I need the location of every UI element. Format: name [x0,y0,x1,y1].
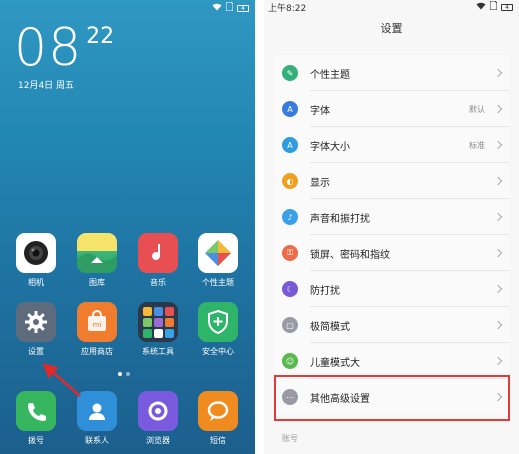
chevron-right-icon [493,212,503,222]
settings-row-label: 显示 [310,177,330,189]
settings-row-label: 字体 [310,105,330,117]
status-bar: 上午8:22 4 [264,0,519,14]
chevron-right-icon [493,140,503,150]
chevron-right-icon [493,320,503,330]
settings-row[interactable]: A 字体大小 标准 [274,127,509,163]
settings-row[interactable]: ☾ 防打扰 [274,271,509,307]
settings-row-value: 标准 [469,140,485,150]
red-arrow-annotation [42,363,81,397]
page-title: 设置 [380,22,403,35]
wifi-icon [476,2,486,13]
status-time: 上午8:22 [268,4,307,14]
settings-row[interactable]: ✎ 个性主题 [274,55,509,91]
settings-row[interactable]: ◐ 显示 [274,163,509,199]
settings-row-label: 儿童模式大 [310,357,360,369]
highlight-box-annotation [274,375,510,421]
section-header-account: 账号 [282,434,298,443]
child-icon: ☺ [282,353,298,369]
lock-icon: ⚿ [282,245,298,261]
home-screen: 4 08 22 12月4日 周五 相机 图库 音乐 个性主题 设置 mi 应用商… [0,0,255,454]
settings-list: ✎ 个性主题 A 字体 默认 A 字体大小 标准 ◐ 显示 ♪ 声音和振打扰 ⚿ 锁屏、密码和指纹 ☾ 防打扰… [274,55,509,415]
chevron-right-icon [493,284,503,294]
settings-row[interactable]: ♪ 声音和振打扰 [274,199,509,235]
settings-row-label: 锁屏、密码和指纹 [310,249,390,261]
moon-icon: ☾ [282,281,298,297]
settings-row[interactable]: ☺ 儿童模式大 [274,343,509,379]
sim-icon [489,0,498,13]
settings-row-label: 声音和振打扰 [310,213,370,225]
chevron-right-icon [493,248,503,258]
chevron-right-icon [493,104,503,114]
simple-mode-icon: ▢ [282,317,298,333]
settings-row-label: 极简模式 [310,321,350,333]
settings-row-value: 默认 [469,104,485,114]
settings-row[interactable]: A 字体 默认 [274,91,509,127]
settings-screen: 上午8:22 4 设置 ✎ 个性主题 A 字体 默认 A 字体大小 标准 ◐ 显示 ♪ 声音和振打扰 ⚿… [264,0,519,454]
display-icon: ◐ [282,173,298,189]
chevron-right-icon [493,176,503,186]
settings-row-label: 个性主题 [310,69,350,81]
chevron-right-icon [493,68,503,78]
settings-row-label: 防打扰 [310,285,340,297]
settings-row[interactable]: ▢ 极简模式 [274,307,509,343]
settings-row[interactable]: ⚿ 锁屏、密码和指纹 [274,235,509,271]
settings-row-label: 字体大小 [310,141,350,153]
battery-icon: 4 [501,3,513,11]
font-size-icon: A [282,137,298,153]
theme-icon: ✎ [282,65,298,81]
chevron-right-icon [493,356,503,366]
font-icon: A [282,101,298,117]
sound-icon: ♪ [282,209,298,225]
